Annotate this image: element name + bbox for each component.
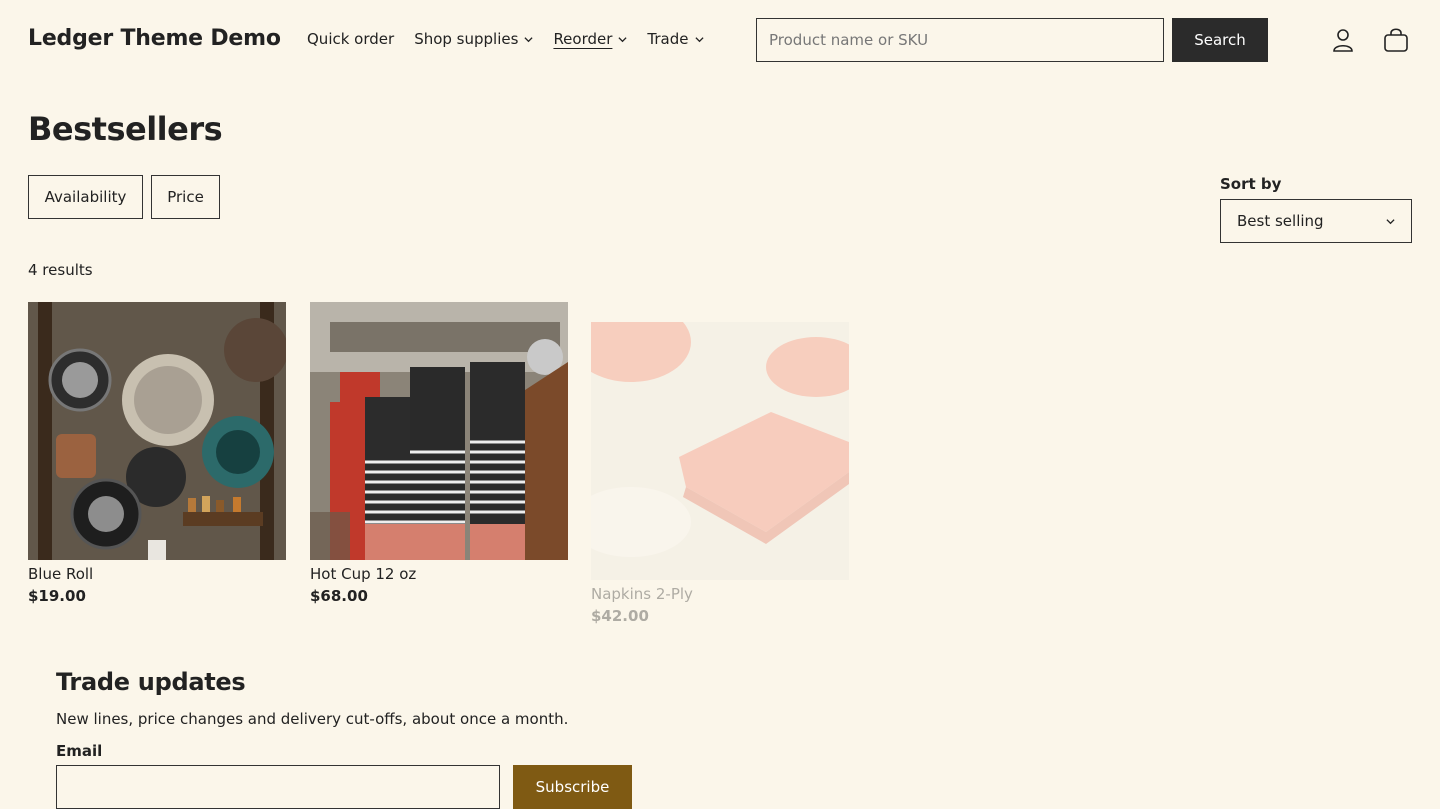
newsletter-description: New lines, price changes and delivery cu… (56, 710, 569, 728)
nav-trade[interactable]: Trade (647, 30, 704, 48)
main-nav: Quick order Shop supplies Reorder Trade (307, 30, 704, 48)
chevron-down-icon (618, 36, 627, 42)
product-card[interactable]: Hot Cup 12 oz $68.00 (310, 302, 568, 605)
sort-select[interactable]: Best selling (1220, 199, 1412, 243)
product-price: $19.00 (28, 587, 86, 605)
search-input[interactable] (756, 18, 1164, 62)
search-button[interactable]: Search (1172, 18, 1268, 62)
nav-reorder[interactable]: Reorder (553, 30, 627, 48)
nav-label: Shop supplies (414, 30, 519, 48)
filter-price-button[interactable]: Price (151, 175, 220, 219)
email-label: Email (56, 742, 103, 760)
site-header: Ledger Theme Demo Quick order Shop suppl… (0, 0, 1440, 82)
product-name[interactable]: Hot Cup 12 oz (310, 565, 568, 583)
nav-label: Quick order (307, 30, 395, 48)
product-price: $68.00 (310, 587, 368, 605)
sort-label: Sort by (1220, 175, 1282, 193)
product-image[interactable] (591, 322, 849, 580)
sort-selected-value: Best selling (1237, 212, 1324, 230)
product-image[interactable] (28, 302, 286, 560)
product-name[interactable]: Blue Roll (28, 565, 286, 583)
nav-label: Trade (647, 30, 689, 48)
user-icon[interactable] (1329, 26, 1357, 54)
chevron-down-icon (524, 36, 534, 42)
results-count: 4 results (28, 261, 93, 279)
chevron-down-icon (694, 36, 704, 42)
product-name[interactable]: Napkins 2-Ply (591, 585, 849, 603)
product-card[interactable]: Blue Roll $19.00 (28, 302, 286, 605)
page-title: Bestsellers (28, 110, 223, 148)
nav-shop-supplies[interactable]: Shop supplies (414, 30, 534, 48)
nav-quick-order[interactable]: Quick order (307, 30, 394, 48)
bag-icon[interactable] (1382, 26, 1410, 54)
subscribe-button[interactable]: Subscribe (513, 765, 632, 809)
nav-label: Reorder (553, 30, 613, 48)
product-price: $42.00 (591, 607, 649, 625)
brand-logo-text[interactable]: Ledger Theme Demo (28, 26, 281, 51)
filter-availability-button[interactable]: Availability (28, 175, 143, 219)
product-card[interactable]: Napkins 2-Ply $42.00 (591, 322, 849, 625)
email-field[interactable] (56, 765, 500, 809)
chevron-down-icon (1386, 218, 1395, 224)
newsletter-title: Trade updates (56, 668, 246, 696)
product-image[interactable] (310, 302, 568, 560)
